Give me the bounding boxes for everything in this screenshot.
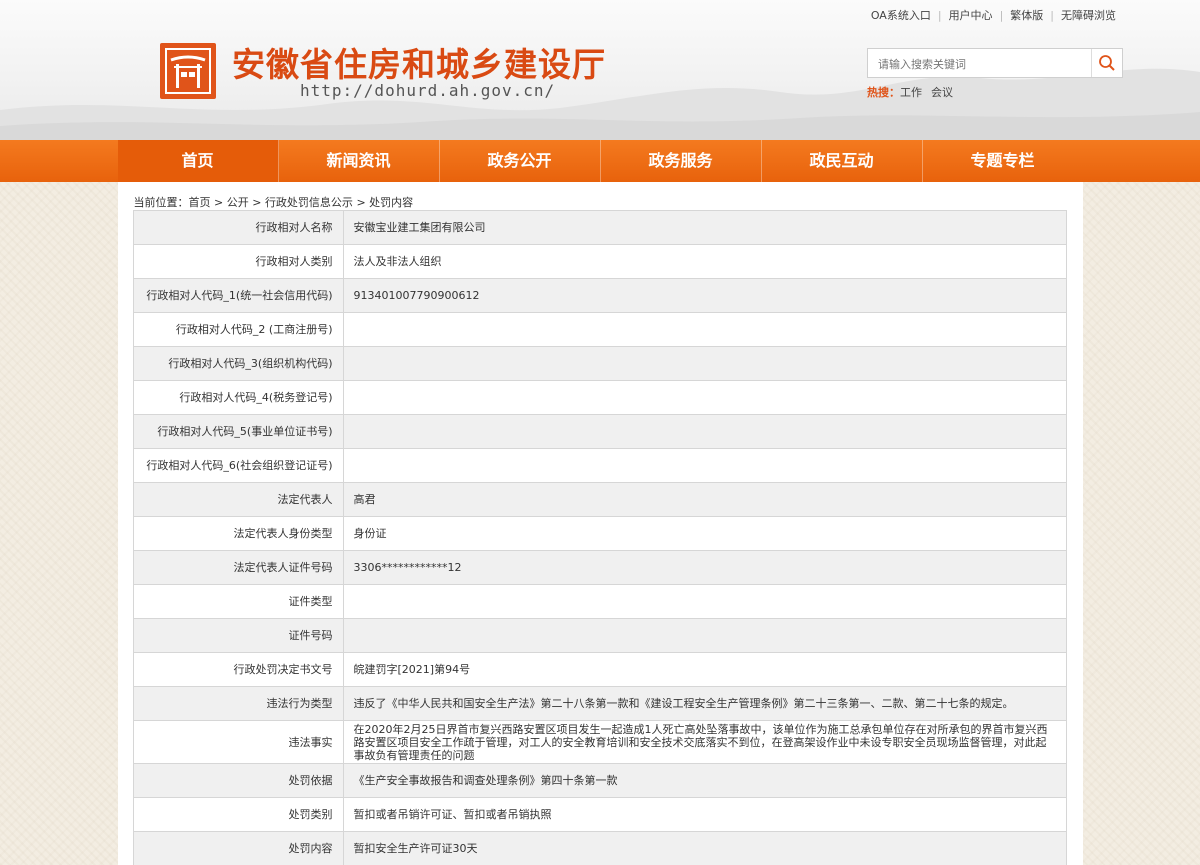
row-value xyxy=(342,312,1067,347)
main-content: 当前位置：首页 > 公开 > 行政处罚信息公示 > 处罚内容 行政相对人名称 安徽… xyxy=(117,182,1083,865)
nav-government-affairs[interactable]: 政务公开 xyxy=(440,140,601,182)
penalty-info-table: 行政相对人名称 安徽宝业建工集团有限公司 行政相对人类别 法人及非法人组织 行政相对… xyxy=(132,210,1067,865)
table-row: 行政相对人名称 安徽宝业建工集团有限公司 xyxy=(132,210,1067,245)
hot-search: 热搜：工作 会议 xyxy=(867,84,962,100)
row-label: 行政相对人代码_6(社会组织登记证号) xyxy=(132,448,344,483)
row-label: 处罚内容 xyxy=(132,831,344,865)
breadcrumb-penalty-info[interactable]: 行政处罚信息公示 xyxy=(265,196,353,209)
row-label: 处罚类别 xyxy=(132,797,344,832)
breadcrumb-home[interactable]: 首页 xyxy=(189,196,211,209)
table-row: 行政处罚决定书文号 皖建罚字[2021]第94号 xyxy=(132,652,1067,687)
row-value: 3306************12 xyxy=(342,550,1067,585)
table-row: 证件号码 xyxy=(132,618,1067,653)
table-row: 违法事实 在2020年2月25日界首市复兴西路安置区项目发生一起造成1人死亡高处坠… xyxy=(132,720,1067,764)
hot-term-meeting[interactable]: 会议 xyxy=(931,86,953,99)
row-label: 法定代表人证件号码 xyxy=(132,550,344,585)
row-label: 行政相对人代码_4(税务登记号) xyxy=(132,380,344,415)
row-label: 行政相对人代码_1(统一社会信用代码) xyxy=(132,278,344,313)
nav-government-services[interactable]: 政务服务 xyxy=(601,140,762,182)
breadcrumb-penalty-content[interactable]: 处罚内容 xyxy=(369,196,413,209)
row-value: 在2020年2月25日界首市复兴西路安置区项目发生一起造成1人死亡高处坠落事故中… xyxy=(342,720,1067,764)
table-row: 行政相对人类别 法人及非法人组织 xyxy=(132,244,1067,279)
table-row: 法定代表人 高君 xyxy=(132,482,1067,517)
table-row: 行政相对人代码_6(社会组织登记证号) xyxy=(132,448,1067,483)
main-nav: 首页 新闻资讯 政务公开 政务服务 政民互动 专题专栏 xyxy=(0,140,1200,182)
table-row: 行政相对人代码_5(事业单位证书号) xyxy=(132,414,1067,449)
row-label: 行政处罚决定书文号 xyxy=(132,652,344,687)
table-row: 行政相对人代码_4(税务登记号) xyxy=(132,380,1067,415)
table-row: 证件类型 xyxy=(132,584,1067,619)
row-value: 高君 xyxy=(342,482,1067,517)
breadcrumb-sep: > xyxy=(252,196,262,209)
table-row: 处罚内容 暂扣安全生产许可证30天 xyxy=(132,831,1067,865)
row-value xyxy=(342,584,1067,619)
traditional-chinese-link[interactable]: 繁体版 xyxy=(1010,7,1043,23)
row-value xyxy=(342,618,1067,653)
row-label: 行政相对人代码_2 (工商注册号) xyxy=(132,312,344,347)
nav-news[interactable]: 新闻资讯 xyxy=(279,140,440,182)
table-row: 处罚类别 暂扣或者吊销许可证、暂扣或者吊销执照 xyxy=(132,797,1067,832)
row-value: 皖建罚字[2021]第94号 xyxy=(342,652,1067,687)
row-value xyxy=(342,346,1067,381)
breadcrumb: 当前位置：首页 > 公开 > 行政处罚信息公示 > 处罚内容 xyxy=(118,182,1083,209)
row-value: 违反了《中华人民共和国安全生产法》第二十八条第一款和《建设工程安全生产管理条例》… xyxy=(342,686,1067,721)
site-title[interactable]: 安徽省住房和城乡建设厅 xyxy=(232,38,606,86)
top-links: OA系统入口 | 用户中心 | 繁体版 | 无障碍浏览 xyxy=(870,7,1116,23)
row-label: 处罚依据 xyxy=(132,763,344,798)
row-value: 身份证 xyxy=(342,516,1067,551)
table-row: 违法行为类型 违反了《中华人民共和国安全生产法》第二十八条第一款和《建设工程安全生… xyxy=(132,686,1067,721)
breadcrumb-public[interactable]: 公开 xyxy=(227,196,249,209)
table-row: 处罚依据 《生产安全事故报告和调查处理条例》第四十条第一款 xyxy=(132,763,1067,798)
row-value: 913401007790900612 xyxy=(342,278,1067,313)
row-label: 证件号码 xyxy=(132,618,344,653)
row-value: 法人及非法人组织 xyxy=(342,244,1067,279)
site-url: http://dohurd.ah.gov.cn/ xyxy=(300,81,556,100)
search-box xyxy=(867,48,1123,78)
row-label: 违法事实 xyxy=(132,720,344,764)
breadcrumb-prefix: 当前位置： xyxy=(133,196,189,209)
gate-emblem-icon xyxy=(170,55,206,88)
nav-special-topics[interactable]: 专题专栏 xyxy=(923,140,1083,182)
site-logo[interactable] xyxy=(160,43,216,99)
row-label: 行政相对人代码_5(事业单位证书号) xyxy=(132,414,344,449)
search-button[interactable] xyxy=(1091,49,1122,77)
hot-search-label: 热搜： xyxy=(867,86,900,99)
row-value: 《生产安全事故报告和调查处理条例》第四十条第一款 xyxy=(342,763,1067,798)
row-label: 行政相对人类别 xyxy=(132,244,344,279)
accessibility-link[interactable]: 无障碍浏览 xyxy=(1061,7,1116,23)
row-value xyxy=(342,448,1067,483)
row-label: 行政相对人名称 xyxy=(132,210,344,245)
table-row: 法定代表人身份类型 身份证 xyxy=(132,516,1067,551)
row-value xyxy=(342,380,1067,415)
hot-term-work[interactable]: 工作 xyxy=(900,86,922,99)
row-label: 法定代表人身份类型 xyxy=(132,516,344,551)
row-value: 暂扣安全生产许可证30天 xyxy=(342,831,1067,865)
row-label: 违法行为类型 xyxy=(132,686,344,721)
row-label: 证件类型 xyxy=(132,584,344,619)
nav-interaction[interactable]: 政民互动 xyxy=(762,140,923,182)
oa-link[interactable]: OA系统入口 xyxy=(871,7,931,23)
nav-home[interactable]: 首页 xyxy=(117,140,279,182)
table-row: 法定代表人证件号码 3306************12 xyxy=(132,550,1067,585)
row-value: 暂扣或者吊销许可证、暂扣或者吊销执照 xyxy=(342,797,1067,832)
row-label: 行政相对人代码_3(组织机构代码) xyxy=(132,346,344,381)
row-value: 安徽宝业建工集团有限公司 xyxy=(342,210,1067,245)
search-input[interactable] xyxy=(876,50,1100,78)
search-icon xyxy=(1099,55,1115,71)
row-label: 法定代表人 xyxy=(132,482,344,517)
row-value xyxy=(342,414,1067,449)
table-row: 行政相对人代码_2 (工商注册号) xyxy=(132,312,1067,347)
table-row: 行政相对人代码_3(组织机构代码) xyxy=(132,346,1067,381)
table-row: 行政相对人代码_1(统一社会信用代码) 913401007790900612 xyxy=(132,278,1067,313)
breadcrumb-sep: > xyxy=(214,196,224,209)
site-header: OA系统入口 | 用户中心 | 繁体版 | 无障碍浏览 安徽省住房和城乡建设厅 … xyxy=(0,0,1200,140)
breadcrumb-sep: > xyxy=(356,196,366,209)
user-center-link[interactable]: 用户中心 xyxy=(949,7,993,23)
